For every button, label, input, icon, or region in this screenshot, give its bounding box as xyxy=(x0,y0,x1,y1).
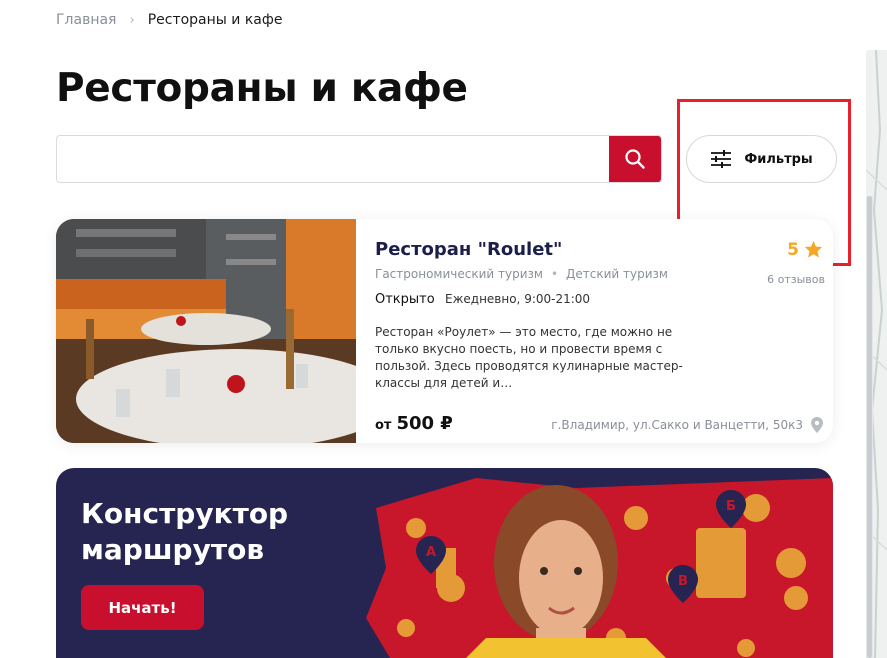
open-status: Открыто xyxy=(375,292,435,307)
star-icon xyxy=(804,240,823,258)
opening-hours: Ежедневно, 9:00-21:00 xyxy=(445,292,591,306)
page-title: Рестораны и кафе xyxy=(56,66,468,111)
filters-button[interactable]: Фильтры xyxy=(686,135,837,183)
price-value: 500 ₽ xyxy=(396,413,453,434)
tag-gastro[interactable]: Гастрономический туризм xyxy=(375,267,543,281)
marker-a-label: А xyxy=(426,545,436,560)
price-prefix: от xyxy=(375,418,392,433)
breadcrumb-home-link[interactable]: Главная xyxy=(56,12,116,28)
search-box xyxy=(56,135,662,183)
map-marker-a-icon: А xyxy=(416,536,446,574)
scrollbar-thumb[interactable] xyxy=(867,196,872,658)
map-marker-v-icon: В xyxy=(668,565,698,603)
map-marker-b-icon: Б xyxy=(716,490,746,528)
breadcrumb-separator-icon: › xyxy=(129,12,135,28)
price: от 500 ₽ xyxy=(375,413,453,434)
search-input[interactable] xyxy=(57,136,610,182)
restaurant-description: Ресторан «Роулет» — это место, где можно… xyxy=(375,325,683,390)
route-builder-banner[interactable]: Конструктор маршрутов Начать! А Б В xyxy=(56,468,833,658)
breadcrumb: Главная › Рестораны и кафе xyxy=(56,12,282,28)
restaurant-title[interactable]: Ресторан "Roulet" xyxy=(375,239,562,260)
restaurant-photo xyxy=(56,219,356,443)
location-pin-icon xyxy=(811,417,823,433)
marker-b-label: Б xyxy=(726,499,736,514)
tag-kids[interactable]: Детский туризм xyxy=(566,267,668,281)
start-button[interactable]: Начать! xyxy=(81,585,204,630)
reviews-count[interactable]: 6 отзывов xyxy=(767,273,825,286)
banner-title-text: Конструктор маршрутов xyxy=(81,497,289,566)
banner-title: Конструктор маршрутов xyxy=(81,496,301,568)
breadcrumb-current: Рестораны и кафе xyxy=(147,12,283,28)
restaurant-card[interactable]: Ресторан "Roulet" Гастрономический туриз… xyxy=(56,219,833,443)
search-icon xyxy=(625,149,645,169)
restaurant-tags: Гастрономический туризм • Детский туризм xyxy=(375,267,668,281)
rating-value: 5 xyxy=(787,240,799,260)
filters-label: Фильтры xyxy=(744,151,813,167)
address: г.Владимир, ул.Сакко и Ванцетти, 50к3 xyxy=(551,418,803,432)
tag-separator: • xyxy=(550,267,559,281)
search-button[interactable] xyxy=(609,136,661,182)
sliders-icon xyxy=(711,150,732,168)
marker-v-label: В xyxy=(678,574,688,589)
